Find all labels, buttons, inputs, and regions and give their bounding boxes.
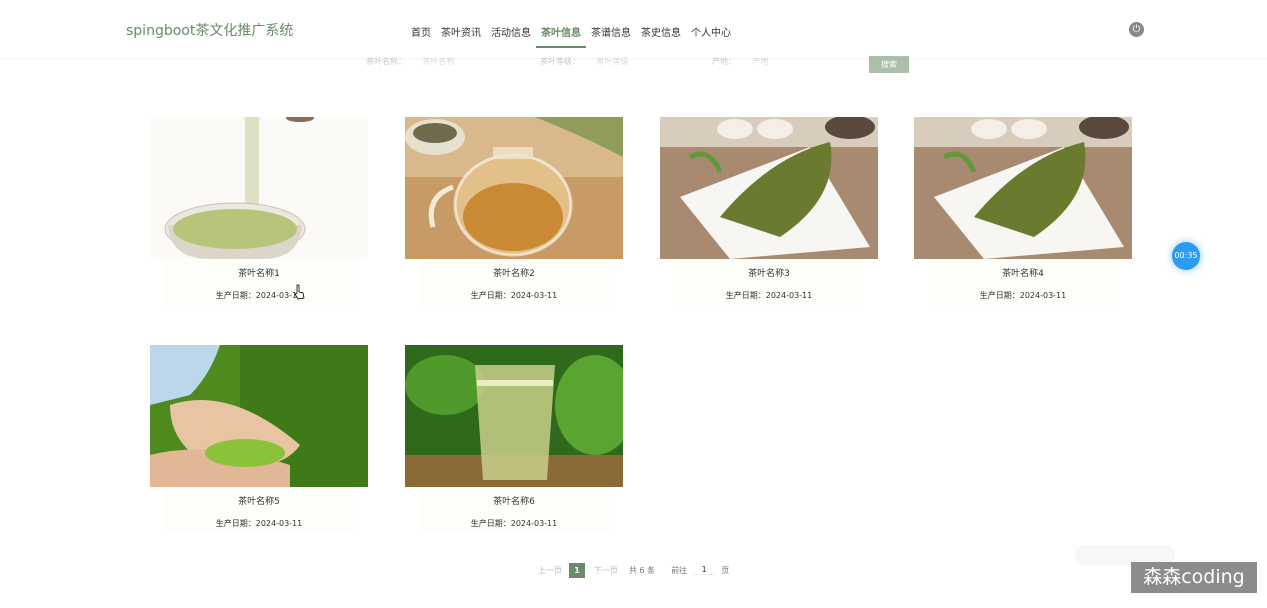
tea-card-date: 生产日期：2024-03-11: [470, 519, 558, 528]
recording-timer[interactable]: 00:35: [1172, 242, 1200, 270]
search-field-grade: 茶叶等级： 茶叶等级: [540, 56, 629, 67]
tea-card-date: 生产日期：2024-03-11: [725, 291, 813, 300]
tea-image-pouring-cup[interactable]: [150, 117, 368, 259]
search-label-origin: 产地：: [712, 57, 736, 66]
search-input-name[interactable]: 茶叶名称: [423, 56, 455, 67]
nav-item-activities[interactable]: 活动信息: [486, 14, 536, 46]
nav-item-tea-history[interactable]: 茶史信息: [636, 14, 686, 46]
tea-card[interactable]: 茶叶名称2 生产日期：2024-03-11: [405, 117, 623, 307]
watermark: 森森coding: [1131, 562, 1257, 593]
brand-title[interactable]: spingboot茶文化推广系统: [126, 20, 293, 40]
tea-image-hands-leaves[interactable]: [150, 345, 368, 487]
tea-card[interactable]: 茶叶名称1 生产日期：2024-03-11: [150, 117, 368, 307]
prev-page-button[interactable]: 上一页: [535, 565, 565, 576]
power-icon[interactable]: ⏻: [1129, 22, 1144, 37]
search-bar: 茶叶名称： 茶叶名称 茶叶等级： 茶叶等级 产地： 产地 搜索: [366, 56, 926, 74]
tea-image-leaves-spoon[interactable]: [660, 117, 878, 259]
page-number-current[interactable]: 1: [569, 562, 585, 578]
tea-card-name: 茶叶名称4: [1002, 269, 1044, 279]
nav-item-tea-news[interactable]: 茶叶资讯: [436, 14, 486, 46]
next-page-button[interactable]: 下一页: [591, 565, 621, 576]
tea-card[interactable]: 茶叶名称6 生产日期：2024-03-11: [405, 345, 623, 535]
tea-card-date: 生产日期：2024-03-11: [979, 291, 1067, 300]
tea-card[interactable]: 茶叶名称5 生产日期：2024-03-11: [150, 345, 368, 535]
top-navbar: spingboot茶文化推广系统 首页 茶叶资讯 活动信息 茶叶信息 茶谱信息 …: [0, 0, 1267, 58]
tea-card[interactable]: 茶叶名称4 生产日期：2024-03-11: [914, 117, 1132, 307]
tea-image-glass-green-tea[interactable]: [405, 345, 623, 487]
main-nav: 首页 茶叶资讯 活动信息 茶叶信息 茶谱信息 茶史信息 个人中心: [406, 14, 736, 48]
tea-card-name: 茶叶名称3: [748, 269, 790, 279]
tea-card-name: 茶叶名称5: [238, 497, 280, 507]
goto-label: 前往: [671, 565, 688, 575]
search-field-name: 茶叶名称： 茶叶名称: [366, 56, 455, 67]
hand-cursor-icon: [294, 284, 305, 300]
tea-card-name: 茶叶名称1: [238, 269, 280, 279]
nav-item-home[interactable]: 首页: [406, 14, 436, 46]
search-field-origin: 产地： 产地: [712, 56, 769, 67]
tea-card[interactable]: 茶叶名称3 生产日期：2024-03-11: [660, 117, 878, 307]
pagination: 上一页 1 下一页 共 6 条 前往 1 页: [535, 562, 729, 578]
tea-card-date: 生产日期：2024-03-11: [215, 291, 303, 300]
search-label-name: 茶叶名称：: [366, 57, 406, 66]
search-label-grade: 茶叶等级：: [540, 57, 580, 66]
tea-card-name: 茶叶名称2: [493, 269, 535, 279]
tea-card-name: 茶叶名称6: [493, 497, 535, 507]
tea-image-glass-teapot[interactable]: [405, 117, 623, 259]
nav-item-user-center[interactable]: 个人中心: [686, 14, 736, 46]
total-count: 共 6 条: [629, 565, 656, 575]
nav-item-tea-info[interactable]: 茶叶信息: [536, 14, 586, 48]
search-input-grade[interactable]: 茶叶等级: [597, 56, 629, 67]
goto-page-input[interactable]: 1: [693, 565, 716, 575]
tea-card-date: 生产日期：2024-03-11: [470, 291, 558, 300]
nav-item-tea-recipes[interactable]: 茶谱信息: [586, 14, 636, 46]
tea-image-leaves-spoon[interactable]: [914, 117, 1132, 259]
tea-card-date: 生产日期：2024-03-11: [215, 519, 303, 528]
search-input-origin[interactable]: 产地: [753, 56, 769, 67]
search-button[interactable]: 搜索: [869, 56, 909, 73]
page-suffix: 页: [721, 565, 730, 575]
